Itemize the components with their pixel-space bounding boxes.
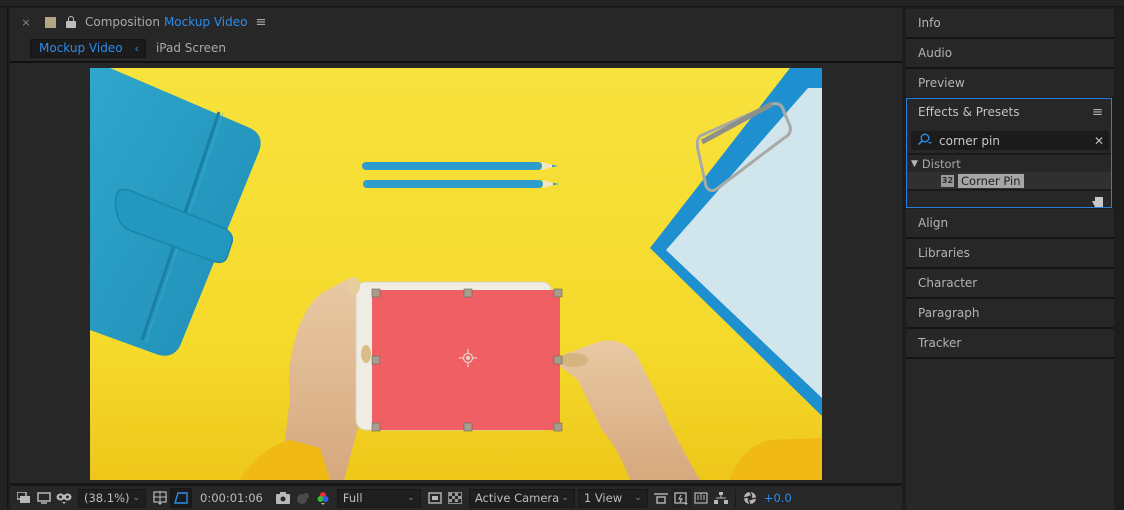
chevron-down-icon: ⌄ (634, 493, 642, 503)
timeline-icon[interactable] (691, 488, 711, 508)
composition-panel-header: × Composition Mockup Video ≡ (10, 8, 902, 36)
always-preview-icon[interactable] (14, 488, 34, 508)
panel-menu-icon[interactable]: ≡ (1092, 105, 1103, 120)
effect-name: Corner Pin (958, 173, 1024, 188)
footage-image (90, 68, 822, 480)
panel-label: Preview (918, 76, 965, 90)
divider (907, 153, 1111, 155)
breadcrumb-item-mockup-video[interactable]: Mockup Video ‹ (30, 38, 146, 58)
top-toolbar-strip (0, 0, 1124, 7)
close-panel-button[interactable]: × (19, 16, 33, 29)
panel-label: Character (918, 276, 978, 290)
empty-panel-area (906, 359, 1114, 510)
category-label: Distort (921, 157, 961, 171)
panel-title-prefix: Composition (85, 15, 160, 29)
panel-label: Libraries (918, 246, 970, 260)
reset-exposure-icon[interactable] (740, 488, 760, 508)
label-color-swatch[interactable] (45, 16, 56, 28)
composition-viewer[interactable] (10, 63, 902, 483)
pixel-aspect-icon[interactable] (651, 488, 671, 508)
camera-view-dropdown[interactable]: Active Camera ⌄ (468, 488, 575, 508)
effect-category-distort[interactable]: ▼ Distort (911, 156, 961, 172)
32-bit-effect-icon: 32 (941, 174, 954, 187)
grid-guides-icon[interactable] (150, 488, 170, 508)
magnification-dropdown[interactable]: (38.1%) ⌄ (78, 488, 146, 508)
breadcrumb-label: Mockup Video (39, 41, 123, 55)
handle-middle-right (553, 355, 563, 365)
after-effects-window: × Composition Mockup Video ≡ Mockup Vide… (0, 0, 1124, 510)
handle-bottom-center (463, 422, 473, 432)
panel-tab-paragraph[interactable]: Paragraph (906, 299, 1114, 327)
panel-title: Effects & Presets (918, 105, 1020, 119)
fast-previews-icon[interactable] (670, 488, 691, 508)
chevron-left-icon: ‹ (134, 41, 139, 55)
composition-breadcrumb: Mockup Video ‹ iPad Screen (30, 38, 226, 58)
resolution-value: Full (342, 491, 363, 505)
resolution-dropdown[interactable]: Full ⌄ (336, 488, 421, 508)
search-icon[interactable] (917, 133, 933, 148)
effects-presets-panel: Effects & Presets ≡ corner pin ✕ ▼ Disto… (906, 98, 1112, 208)
exposure-value[interactable]: +0.0 (764, 491, 792, 505)
handle-bottom-right (553, 422, 563, 432)
effects-panel-header[interactable]: Effects & Presets ≡ (907, 99, 1111, 125)
panel-label: Paragraph (918, 306, 980, 320)
panel-tab-info[interactable]: Info (906, 9, 1114, 37)
handle-top-left (371, 288, 381, 298)
panel-tab-preview[interactable]: Preview (906, 69, 1114, 97)
camera-view-value: Active Camera (474, 491, 560, 505)
mask-path-icon[interactable] (170, 488, 192, 508)
panel-menu-icon[interactable]: ≡ (255, 15, 266, 30)
handle-bottom-left (371, 422, 381, 432)
right-panel-column: Info Audio Preview Effects & Presets ≡ c… (904, 8, 1124, 510)
composition-name[interactable]: Mockup Video (164, 15, 248, 29)
panel-label: Info (918, 16, 941, 30)
left-panel-gutter (0, 8, 8, 510)
panel-tab-align[interactable]: Align (906, 209, 1114, 237)
divider (734, 489, 736, 507)
screen-solid-layer (372, 290, 560, 430)
viewer-toolbar: (38.1%) ⌄ 0:00:01:06 Full ⌄ Active Camer… (10, 486, 902, 510)
clear-search-icon[interactable]: ✕ (1094, 134, 1104, 148)
transparency-grid-icon[interactable] (445, 488, 465, 508)
composition-frame[interactable] (90, 68, 822, 480)
chevron-down-icon: ⌄ (407, 493, 415, 503)
panel-tab-character[interactable]: Character (906, 269, 1114, 297)
view-layout-dropdown[interactable]: 1 View ⌄ (577, 488, 648, 508)
search-input[interactable]: corner pin (939, 134, 1000, 148)
view-layout-value: 1 View (583, 491, 623, 505)
fingernail (361, 345, 371, 363)
chevron-down-icon: ⌄ (561, 493, 569, 503)
composition-panel: × Composition Mockup Video ≡ Mockup Vide… (10, 8, 902, 510)
breadcrumb-item-ipad-screen[interactable]: iPad Screen (156, 41, 226, 55)
new-bin-icon[interactable] (1092, 192, 1103, 207)
ipad-tablet (355, 281, 560, 431)
chevron-down-icon: ⌄ (132, 493, 140, 503)
panel-label: Audio (918, 46, 953, 60)
current-time-display[interactable]: 0:00:01:06 (200, 491, 263, 505)
handle-top-center (463, 288, 473, 298)
lock-icon[interactable] (66, 16, 76, 28)
flowchart-icon[interactable] (711, 488, 731, 508)
panel-label: Tracker (918, 336, 962, 350)
camera-icon[interactable] (273, 488, 293, 508)
effects-search-field[interactable]: corner pin ✕ (911, 131, 1109, 150)
panel-tab-tracker[interactable]: Tracker (906, 329, 1114, 357)
region-of-interest-icon[interactable] (425, 488, 445, 508)
divider (907, 189, 1111, 191)
panel-label: Align (918, 216, 949, 230)
show-snapshot-icon[interactable] (293, 488, 313, 508)
disclosure-triangle-icon[interactable]: ▼ (911, 159, 918, 169)
panel-tab-libraries[interactable]: Libraries (906, 239, 1114, 267)
panel-tab-audio[interactable]: Audio (906, 39, 1114, 67)
magnification-value: (38.1%) (84, 491, 130, 505)
handle-top-right (553, 288, 563, 298)
fingernail (348, 277, 360, 295)
mask-visibility-icon[interactable] (54, 488, 74, 508)
rgb-channel-icon[interactable] (313, 488, 333, 508)
monitor-icon[interactable] (34, 488, 54, 508)
effect-item-corner-pin[interactable]: 32 Corner Pin (907, 172, 1111, 189)
handle-middle-left (371, 355, 381, 365)
